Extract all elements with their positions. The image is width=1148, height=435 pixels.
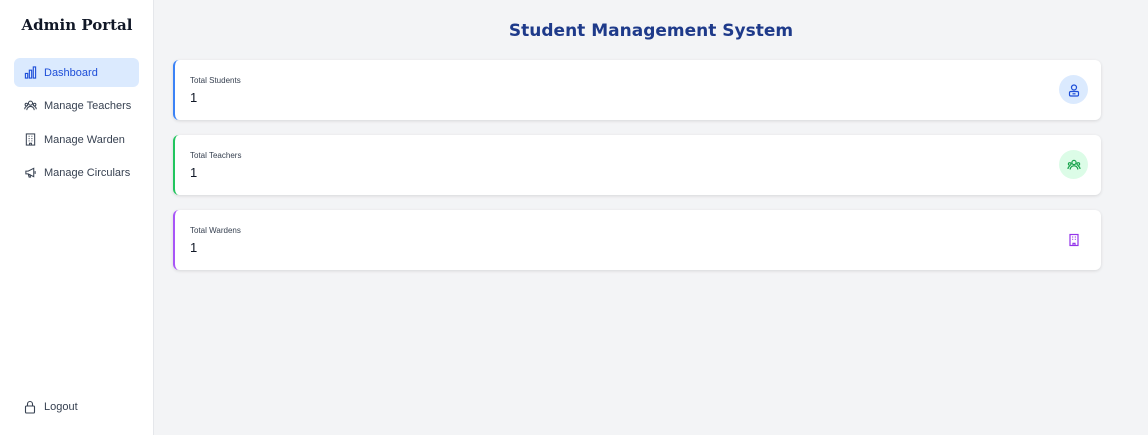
users-icon: [23, 99, 37, 113]
sidebar-item-label: Manage Warden: [44, 133, 125, 146]
sidebar-item-manage-teachers[interactable]: Manage Teachers: [14, 91, 139, 120]
logout-button[interactable]: Logout: [14, 392, 139, 421]
stat-value: 1: [190, 165, 198, 180]
users-icon: [1059, 150, 1088, 179]
sidebar-item-label: Manage Teachers: [44, 99, 132, 112]
student-icon: [1059, 75, 1088, 104]
stat-value: 1: [190, 240, 198, 255]
stat-card-total-students: Total Students 1: [173, 60, 1101, 120]
stat-label: Total Students: [190, 76, 241, 85]
megaphone-icon: [23, 166, 37, 180]
bar-chart-icon: [23, 66, 37, 80]
stat-card-total-teachers: Total Teachers 1: [173, 135, 1101, 195]
main-content: Student Management System Total Students…: [154, 0, 1148, 435]
sidebar-item-manage-warden[interactable]: Manage Warden: [14, 125, 139, 154]
sidebar: Admin Portal Dashboard Manage Teachers M…: [0, 0, 154, 435]
lock-icon: [23, 400, 37, 414]
sidebar-item-manage-circulars[interactable]: Manage Circulars: [14, 158, 139, 187]
stat-value: 1: [190, 90, 198, 105]
building-icon: [23, 133, 37, 147]
page-title: Student Management System: [508, 21, 794, 41]
sidebar-item-label: Dashboard: [44, 66, 98, 79]
building-icon: [1059, 225, 1088, 254]
sidebar-item-dashboard[interactable]: Dashboard: [14, 58, 139, 87]
stat-label: Total Wardens: [190, 226, 241, 235]
brand-title: Admin Portal: [21, 16, 133, 34]
stat-label: Total Teachers: [190, 151, 242, 160]
stat-card-total-wardens: Total Wardens 1: [173, 210, 1101, 270]
logout-label: Logout: [44, 400, 78, 413]
sidebar-item-label: Manage Circulars: [44, 166, 131, 179]
